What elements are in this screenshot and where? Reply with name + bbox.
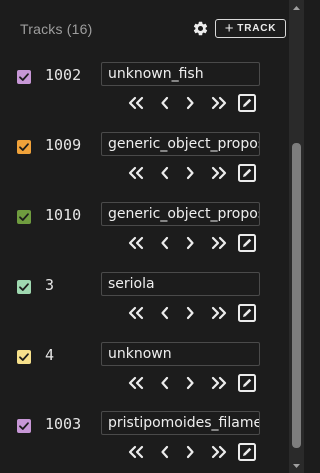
track-checkbox[interactable] [17,70,31,84]
track-row: 1002 unknown_fish [0,62,289,131]
edit-icon[interactable] [237,303,257,323]
track-controls [120,442,260,462]
track-controls [120,93,260,113]
chevron-right-icon[interactable] [180,373,200,393]
chevron-left-icon[interactable] [155,373,175,393]
chevron-right-icon[interactable] [180,93,200,113]
track-id: 1002 [45,66,82,84]
chevron-left-icon[interactable] [155,233,175,253]
add-track-button[interactable]: + TRACK [215,19,286,38]
track-name-input[interactable]: seriola [101,272,260,296]
track-id: 1010 [45,206,82,224]
scrollbar[interactable] [289,0,304,473]
check-icon [19,353,29,361]
check-icon [19,73,29,81]
track-id: 1003 [45,415,82,433]
edit-icon[interactable] [237,373,257,393]
double-chevron-left-icon[interactable] [126,163,146,183]
chevron-right-icon[interactable] [180,233,200,253]
track-id: 1009 [45,136,82,154]
track-checkbox[interactable] [17,350,31,364]
track-controls [120,373,260,393]
track-checkbox[interactable] [17,419,31,433]
track-controls [120,303,260,323]
double-chevron-left-icon[interactable] [126,442,146,462]
track-controls [120,233,260,253]
add-track-label: TRACK [237,23,277,34]
double-chevron-right-icon[interactable] [209,163,229,183]
track-id: 3 [45,276,55,294]
track-row: 3 seriola [0,272,289,341]
plus-icon: + [224,19,235,37]
track-checkbox[interactable] [17,280,31,294]
double-chevron-left-icon[interactable] [126,233,146,253]
gear-icon[interactable] [192,20,209,37]
double-chevron-left-icon[interactable] [126,373,146,393]
check-icon [19,213,29,221]
track-id: 4 [45,346,55,364]
tracks-header: Tracks (16) + TRACK [0,0,289,58]
scroll-up-arrow-icon[interactable] [289,0,304,15]
check-icon [19,422,29,430]
double-chevron-right-icon[interactable] [209,303,229,323]
chevron-left-icon[interactable] [155,163,175,183]
tracks-title: Tracks (16) [20,21,93,37]
double-chevron-left-icon[interactable] [126,93,146,113]
chevron-left-icon[interactable] [155,93,175,113]
track-name-input[interactable]: generic_object_proposal [101,202,260,226]
tracks-panel: Tracks (16) + TRACK 1002 unknown_fish 1009… [0,0,289,473]
track-row: 1003 pristipomoides_filamentosus [0,411,289,473]
double-chevron-left-icon[interactable] [126,303,146,323]
double-chevron-right-icon[interactable] [209,442,229,462]
track-checkbox[interactable] [17,140,31,154]
double-chevron-right-icon[interactable] [209,93,229,113]
track-row: 1010 generic_object_proposal [0,202,289,271]
track-controls [120,163,260,183]
chevron-right-icon[interactable] [180,163,200,183]
check-icon [19,283,29,291]
track-name-input[interactable]: pristipomoides_filamentosus [101,411,260,435]
double-chevron-right-icon[interactable] [209,233,229,253]
track-row: 4 unknown [0,342,289,411]
scroll-thumb[interactable] [292,143,301,448]
edit-icon[interactable] [237,233,257,253]
scroll-down-arrow-icon[interactable] [289,458,304,473]
edit-icon[interactable] [237,93,257,113]
track-checkbox[interactable] [17,210,31,224]
chevron-left-icon[interactable] [155,442,175,462]
check-icon [19,143,29,151]
chevron-right-icon[interactable] [180,303,200,323]
edit-icon[interactable] [237,442,257,462]
chevron-right-icon[interactable] [180,442,200,462]
chevron-left-icon[interactable] [155,303,175,323]
track-row: 1009 generic_object_proposal [0,132,289,201]
track-name-input[interactable]: unknown [101,342,260,366]
track-name-input[interactable]: unknown_fish [101,62,260,86]
double-chevron-right-icon[interactable] [209,373,229,393]
track-name-input[interactable]: generic_object_proposal [101,132,260,156]
edit-icon[interactable] [237,163,257,183]
